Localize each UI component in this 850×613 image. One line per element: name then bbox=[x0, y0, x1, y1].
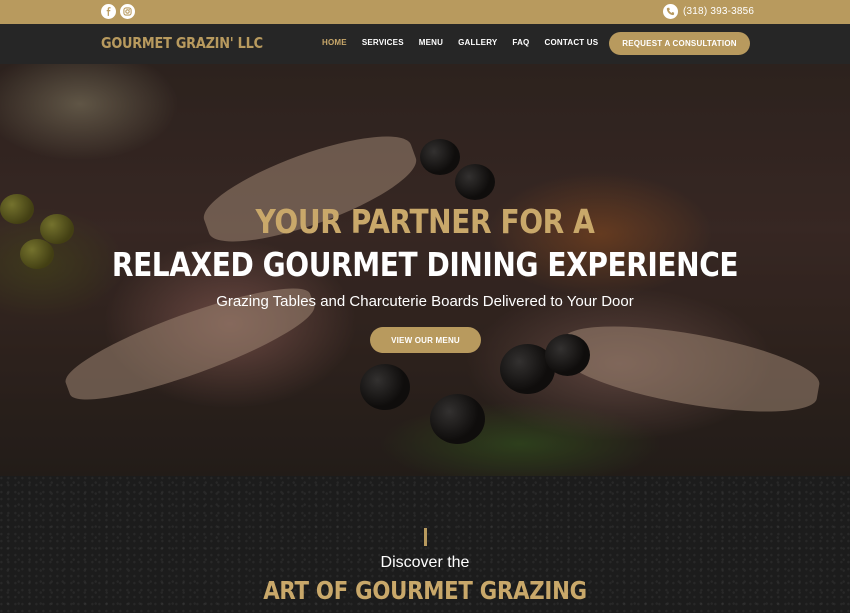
top-bar: (318) 393-3856 bbox=[0, 0, 850, 24]
hero-heading-line2: RELAXED GOURMET DINING EXPERIENCE bbox=[111, 245, 739, 284]
phone-number: (318) 393-3856 bbox=[683, 6, 755, 17]
instagram-icon[interactable] bbox=[120, 4, 135, 19]
request-consultation-button[interactable]: REQUEST A CONSULTATION bbox=[609, 32, 750, 55]
section-divider bbox=[424, 528, 427, 546]
main-nav: GOURMET GRAZIN' LLC HOME SERVICES MENU G… bbox=[0, 24, 850, 64]
facebook-icon[interactable] bbox=[101, 4, 116, 19]
nav-home[interactable]: HOME bbox=[322, 38, 347, 47]
nav-links: HOME SERVICES MENU GALLERY FAQ CONTACT U… bbox=[322, 38, 613, 47]
nav-faq[interactable]: FAQ bbox=[512, 38, 529, 47]
nav-menu[interactable]: MENU bbox=[419, 38, 443, 47]
nav-gallery[interactable]: GALLERY bbox=[458, 38, 497, 47]
discover-heading-line1: Discover the bbox=[380, 554, 470, 571]
site-logo[interactable]: GOURMET GRAZIN' LLC bbox=[101, 34, 263, 52]
view-menu-button[interactable]: VIEW OUR MENU bbox=[370, 327, 481, 353]
discover-heading-line2: ART OF GOURMET GRAZING bbox=[263, 576, 587, 605]
phone-icon bbox=[663, 4, 678, 19]
nav-contact-us[interactable]: CONTACT US bbox=[544, 38, 598, 47]
hero-section: YOUR PARTNER FOR A RELAXED GOURMET DININ… bbox=[0, 64, 850, 476]
phone-link[interactable]: (318) 393-3856 bbox=[663, 4, 754, 19]
discover-section: Discover the ART OF GOURMET GRAZING bbox=[0, 476, 850, 613]
nav-services[interactable]: SERVICES bbox=[362, 38, 404, 47]
hero-heading-line1: YOUR PARTNER FOR A bbox=[255, 202, 595, 241]
hero-subtitle: Grazing Tables and Charcuterie Boards De… bbox=[216, 293, 634, 310]
